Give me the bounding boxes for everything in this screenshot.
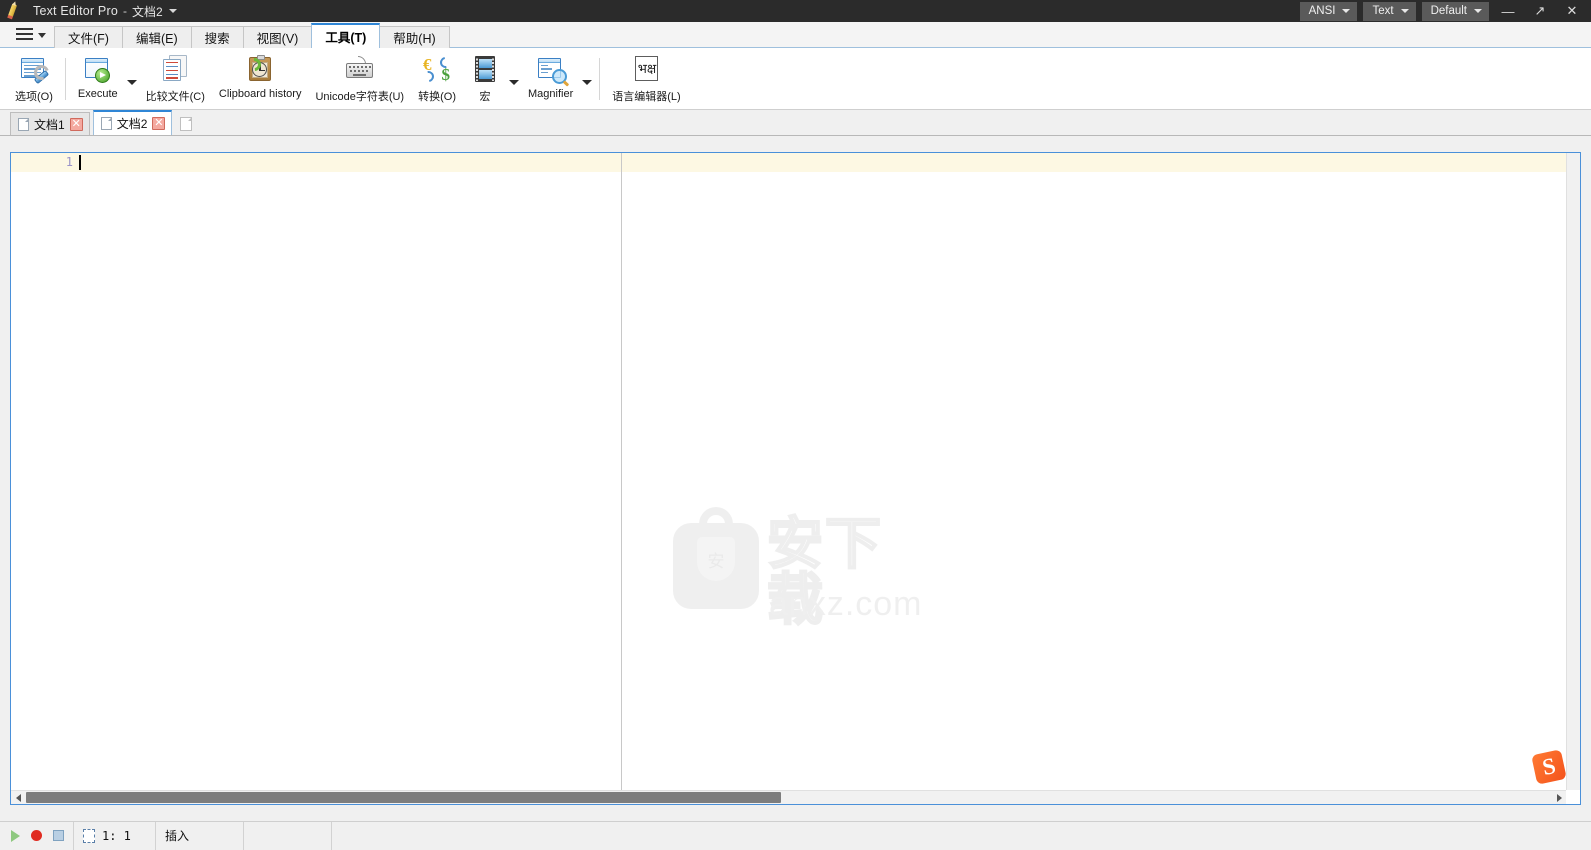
watermark-chinese-text: 安下载	[767, 517, 905, 629]
app-name: Text Editor Pro	[33, 4, 118, 18]
keyboard-unicode-icon	[345, 53, 375, 85]
convert-button-label: 转换(O)	[418, 88, 456, 104]
execute-play-icon	[83, 53, 113, 85]
macro-film-icon	[470, 53, 500, 85]
chevron-down-icon	[1401, 9, 1409, 13]
menu-icon[interactable]	[6, 21, 54, 47]
right-margin-guide	[621, 153, 622, 790]
compare-files-icon	[160, 53, 190, 85]
magnifier-dropdown-arrow[interactable]	[580, 50, 594, 108]
chevron-down-icon[interactable]	[169, 9, 177, 13]
execute-button-label: Execute	[78, 88, 118, 100]
tab-edit[interactable]: 编辑(E)	[122, 26, 192, 48]
language-editor-button-label: 语言编辑器(L)	[612, 88, 680, 104]
watermark: 安 安下载 anxz.com	[673, 515, 905, 625]
status-bar: 1: 1 插入	[0, 821, 1591, 849]
chevron-down-icon	[1342, 9, 1350, 13]
editor-area[interactable]: 1 安 安下载 anxz.com S	[10, 152, 1581, 805]
encoding-dropdown-label: ANSI	[1309, 5, 1336, 17]
new-document-icon[interactable]	[175, 113, 197, 135]
tab-search[interactable]: 搜索	[191, 26, 244, 48]
options-wrench-icon	[19, 53, 49, 85]
horizontal-scrollbar[interactable]	[11, 790, 1566, 804]
language-editor-button[interactable]: भक्ष 语言编辑器(L)	[605, 50, 687, 108]
title-bar-right: ANSI Text Default — ↗ ✕	[1300, 0, 1591, 22]
sogou-ime-icon[interactable]: S	[1531, 749, 1567, 785]
language-dropdown[interactable]: Text	[1363, 2, 1415, 21]
toolbar-separator	[599, 58, 600, 100]
vertical-scrollbar[interactable]	[1566, 153, 1580, 790]
magnifier-button[interactable]: Magnifier	[521, 50, 580, 108]
options-button[interactable]: 选项(O)	[8, 50, 60, 108]
pencil-icon	[7, 3, 25, 19]
document-tab-strip: 文档1 ✕ 文档2 ✕	[0, 110, 1591, 136]
options-button-label: 选项(O)	[15, 88, 53, 104]
watermark-shield-char: 安	[697, 537, 735, 581]
close-icon[interactable]: ✕	[70, 118, 83, 131]
language-editor-icon: भक्ष	[631, 53, 661, 85]
tab-file[interactable]: 文件(F)	[54, 26, 123, 48]
current-line-highlight	[11, 153, 1580, 172]
unicode-chart-button-label: Unicode字符表(U)	[315, 88, 404, 104]
play-macro-icon[interactable]	[11, 830, 20, 842]
title-bar: Text Editor Pro - 文档2 ANSI Text Default …	[0, 0, 1591, 22]
status-cell-4	[244, 822, 332, 850]
watermark-url: anxz.com	[769, 585, 923, 624]
convert-currency-icon: € $	[422, 53, 452, 85]
tab-tools[interactable]: 工具(T)	[311, 23, 380, 48]
doc-tab-2[interactable]: 文档2 ✕	[93, 110, 173, 135]
scheme-dropdown-label: Default	[1431, 5, 1467, 17]
macro-controls	[0, 822, 74, 850]
scroll-right-arrow[interactable]	[1552, 791, 1566, 805]
macro-button-label: 宏	[480, 88, 491, 104]
document-icon	[101, 117, 112, 130]
caret-position-cell: 1: 1	[74, 822, 156, 850]
tab-view[interactable]: 视图(V)	[243, 26, 313, 48]
clipboard-history-button-label: Clipboard history	[219, 88, 302, 100]
clipboard-history-button[interactable]: Clipboard history	[212, 50, 309, 108]
title-document-name: 文档2	[132, 3, 163, 20]
doc-tab-2-label: 文档2	[117, 115, 148, 132]
line-number: 1	[55, 155, 73, 169]
macro-button[interactable]: 宏	[463, 50, 507, 108]
unicode-chart-button[interactable]: Unicode字符表(U)	[308, 50, 411, 108]
chevron-down-icon	[38, 33, 46, 38]
toolbar-separator	[65, 58, 66, 100]
chevron-down-icon	[1474, 9, 1482, 13]
language-dropdown-label: Text	[1372, 5, 1393, 17]
toolbar: 选项(O) Execute 比较文件(C)	[0, 48, 1591, 110]
magnifier-button-label: Magnifier	[528, 88, 573, 100]
text-surface[interactable]: 1 安 安下载 anxz.com	[11, 153, 1580, 804]
horizontal-scroll-thumb[interactable]	[26, 792, 781, 803]
close-button[interactable]: ✕	[1559, 0, 1585, 22]
execute-button[interactable]: Execute	[71, 50, 125, 108]
scroll-left-arrow[interactable]	[11, 791, 25, 805]
caret-position-value: 1: 1	[102, 829, 131, 843]
doc-tab-1-label: 文档1	[34, 116, 65, 133]
document-icon	[18, 118, 29, 131]
tab-help[interactable]: 帮助(H)	[379, 26, 449, 48]
caret-position-icon	[83, 829, 95, 843]
execute-dropdown-arrow[interactable]	[125, 50, 139, 108]
record-macro-icon[interactable]	[31, 830, 42, 841]
compare-files-button-label: 比较文件(C)	[146, 88, 205, 104]
macro-dropdown-arrow[interactable]	[507, 50, 521, 108]
menu-bar: 文件(F) 编辑(E) 搜索 视图(V) 工具(T) 帮助(H)	[0, 22, 1591, 48]
insert-mode-label: 插入	[165, 827, 189, 844]
text-caret	[79, 155, 81, 170]
close-icon[interactable]: ✕	[152, 117, 165, 130]
minimize-button[interactable]: —	[1495, 0, 1521, 22]
stop-macro-icon[interactable]	[53, 830, 64, 841]
status-cell-5	[332, 822, 1591, 850]
encoding-dropdown[interactable]: ANSI	[1300, 2, 1358, 21]
maximize-button[interactable]: ↗	[1527, 0, 1553, 22]
doc-tab-1[interactable]: 文档1 ✕	[10, 112, 90, 135]
title-separator: -	[123, 4, 127, 18]
clipboard-history-icon	[245, 53, 275, 85]
convert-button[interactable]: € $ 转换(O)	[411, 50, 463, 108]
magnifier-icon	[536, 53, 566, 85]
compare-files-button[interactable]: 比较文件(C)	[139, 50, 212, 108]
scheme-dropdown[interactable]: Default	[1422, 2, 1489, 21]
insert-mode-cell[interactable]: 插入	[156, 822, 244, 850]
